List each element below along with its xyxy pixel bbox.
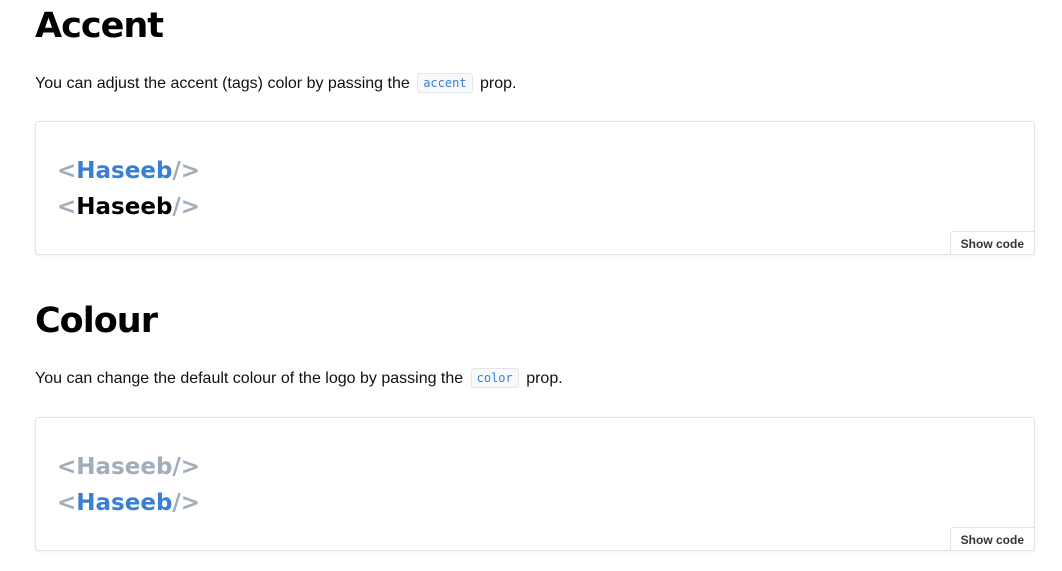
logo-example-accent-blue: <Haseeb/> <box>57 156 200 186</box>
logo-close-bracket: /> <box>172 194 201 220</box>
logo-open-bracket: < <box>57 454 77 480</box>
logo-open-bracket: < <box>57 158 77 184</box>
logo-close-bracket: /> <box>172 490 201 516</box>
logo-name: Haseeb <box>76 194 173 220</box>
accent-show-code-button[interactable]: Show code <box>949 231 1035 255</box>
logo-example-accent-black: <Haseeb/> <box>57 192 200 222</box>
colour-heading: Colour <box>35 301 158 341</box>
colour-description-suffix: prop. <box>526 370 563 387</box>
docs-page: Accent You can adjust the accent (tags) … <box>0 0 1062 571</box>
logo-name: Haseeb <box>76 454 173 480</box>
colour-section: Colour You can change the default colour… <box>35 295 1035 551</box>
logo-close-bracket: /> <box>172 158 201 184</box>
logo-example-colour-grey: <Haseeb/> <box>57 452 200 482</box>
accent-description: You can adjust the accent (tags) color b… <box>35 72 516 96</box>
logo-name: Haseeb <box>76 158 173 184</box>
logo-open-bracket: < <box>57 490 77 516</box>
colour-description: You can change the default colour of the… <box>35 367 563 391</box>
colour-preview-box: <Haseeb/> <Haseeb/> Show code <box>35 417 1035 551</box>
accent-prop-code: accent <box>417 73 473 93</box>
colour-show-code-button[interactable]: Show code <box>949 527 1035 551</box>
accent-heading: Accent <box>35 6 164 46</box>
accent-section: Accent You can adjust the accent (tags) … <box>35 0 1035 255</box>
accent-description-text: You can adjust the accent (tags) color b… <box>35 75 410 92</box>
accent-preview-box: <Haseeb/> <Haseeb/> Show code <box>35 121 1035 255</box>
accent-description-suffix: prop. <box>480 75 517 92</box>
logo-example-colour-blue: <Haseeb/> <box>57 488 200 518</box>
logo-close-bracket: /> <box>172 454 201 480</box>
colour-prop-code: color <box>470 368 519 388</box>
logo-open-bracket: < <box>57 194 77 220</box>
colour-description-text: You can change the default colour of the… <box>35 370 464 387</box>
logo-name: Haseeb <box>76 490 173 516</box>
